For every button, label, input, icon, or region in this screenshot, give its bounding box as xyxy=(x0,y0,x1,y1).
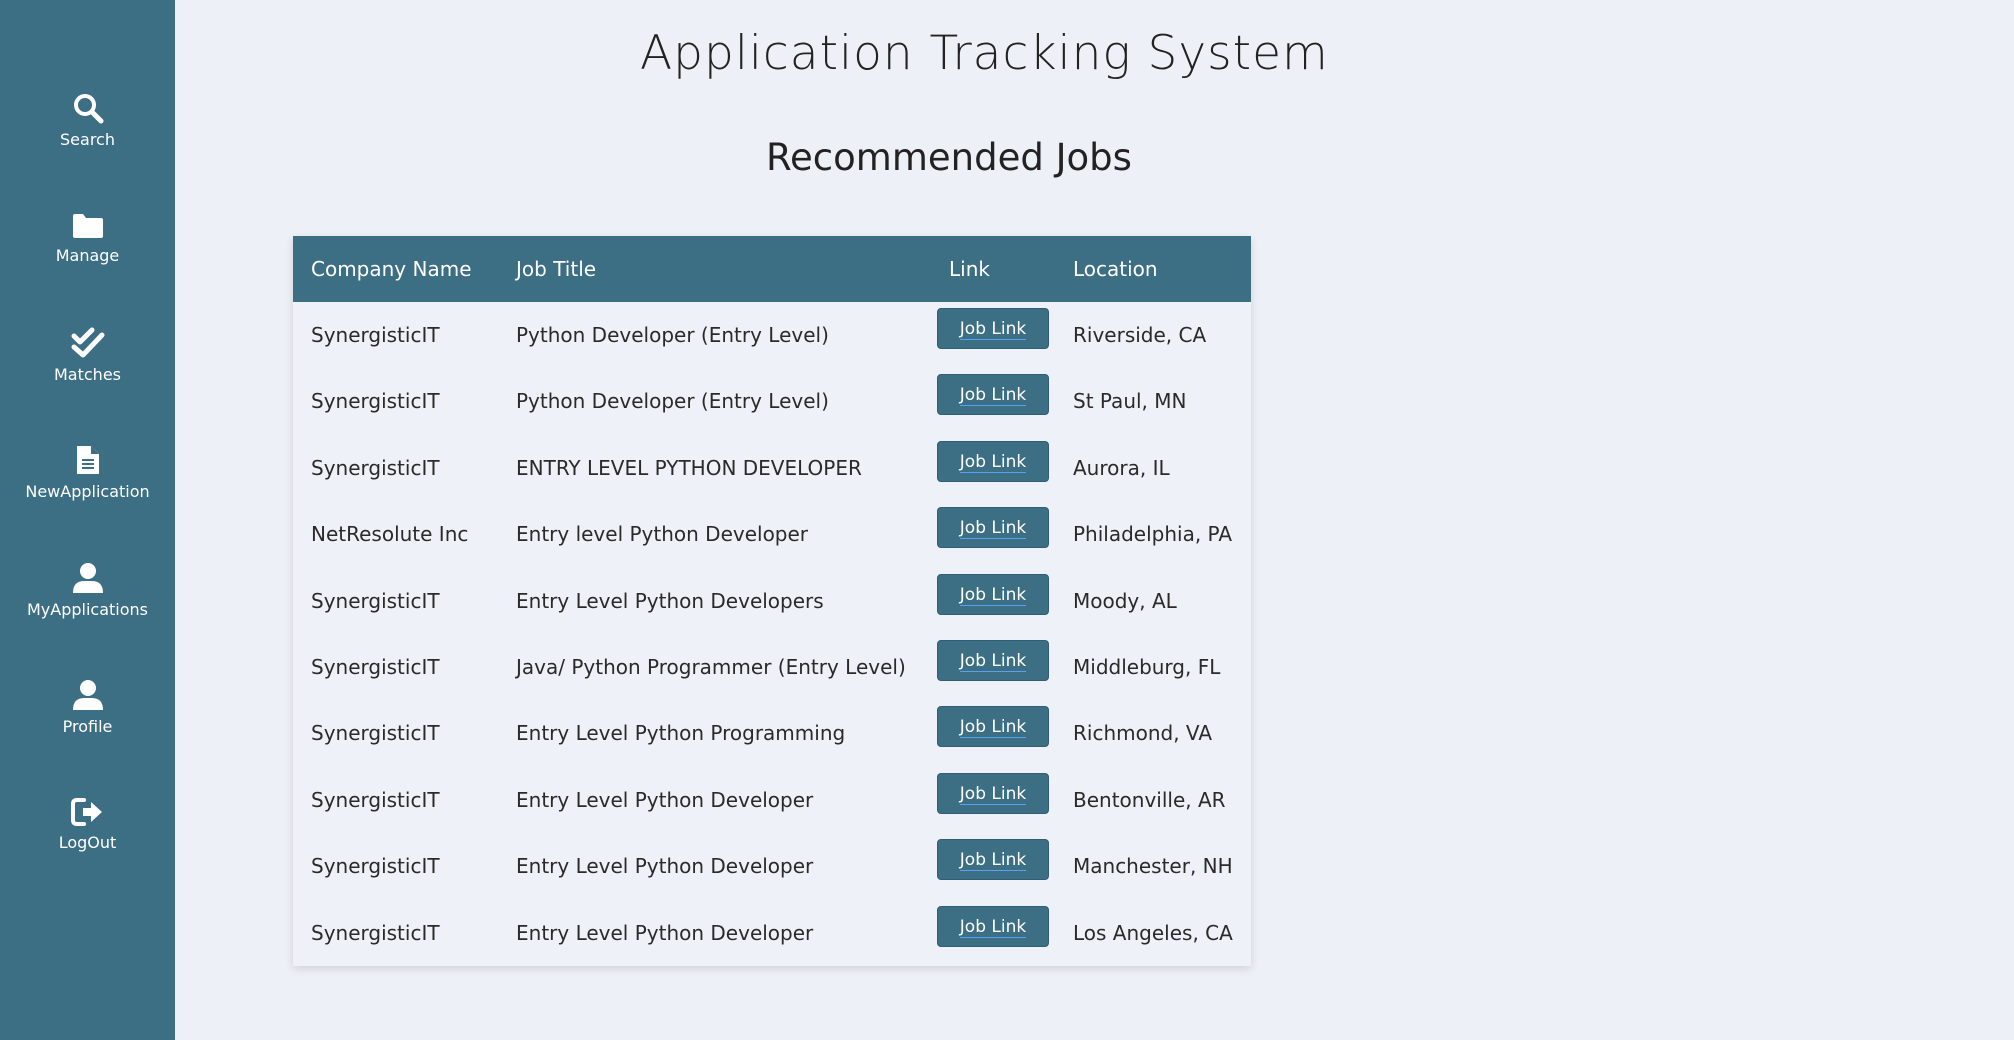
search-icon xyxy=(73,94,103,124)
sidebar-item-label: LogOut xyxy=(58,833,117,852)
job-title-cell: Entry Level Python Developer xyxy=(516,854,814,879)
company-cell: SynergisticIT xyxy=(311,588,440,613)
job-link-label: Job Link xyxy=(959,451,1027,473)
company-cell: SynergisticIT xyxy=(311,389,440,414)
table-row: SynergisticIT Entry Level Python Develop… xyxy=(293,767,1251,833)
job-link-button[interactable]: Job Link xyxy=(937,706,1049,748)
job-link-label: Job Link xyxy=(959,584,1027,606)
job-link-label: Job Link xyxy=(959,916,1027,938)
job-title-cell: Entry Level Python Developer xyxy=(516,920,814,945)
folder-icon xyxy=(72,214,103,238)
company-cell: SynergisticIT xyxy=(311,654,440,679)
sidebar-item-profile[interactable]: Profile xyxy=(0,679,175,736)
job-link-button[interactable]: Job Link xyxy=(937,639,1049,681)
table-row: SynergisticIT Entry Level Python Develop… xyxy=(293,568,1251,634)
table-row: SynergisticIT Entry Level Python Program… xyxy=(293,700,1251,766)
job-title-cell: Python Developer (Entry Level) xyxy=(516,389,829,414)
job-title-cell: Entry Level Python Programming xyxy=(516,721,846,746)
job-link-button[interactable]: Job Link xyxy=(937,573,1049,615)
user-icon xyxy=(72,680,103,710)
table-row: SynergisticIT ENTRY LEVEL PYTHON DEVELOP… xyxy=(293,435,1251,501)
jobs-table: Company Name Job Title Link Location Syn… xyxy=(293,236,1251,966)
logout-icon xyxy=(70,798,102,826)
location-cell: St Paul, MN xyxy=(1073,389,1187,414)
location-cell: Aurora, IL xyxy=(1073,455,1170,480)
sidebar-item-manage[interactable]: Manage xyxy=(0,212,175,265)
job-title-cell: Entry Level Python Developer xyxy=(516,787,814,812)
job-link-button[interactable]: Job Link xyxy=(937,374,1049,416)
column-header-link: Link xyxy=(949,257,990,281)
location-cell: Richmond, VA xyxy=(1073,721,1213,746)
job-link-button[interactable]: Job Link xyxy=(937,440,1049,482)
sidebar-item-label: Profile xyxy=(62,717,113,736)
location-cell: Philadelphia, PA xyxy=(1073,522,1233,547)
column-header-job-title: Job Title xyxy=(516,257,597,281)
job-link-label: Job Link xyxy=(959,783,1027,805)
sidebar-item-matches[interactable]: Matches xyxy=(0,327,175,384)
job-link-button[interactable]: Job Link xyxy=(937,308,1049,349)
sidebar-item-search[interactable]: Search xyxy=(0,92,175,149)
sidebar-item-logout[interactable]: LogOut xyxy=(0,797,175,852)
location-cell: Middleburg, FL xyxy=(1073,654,1221,679)
column-header-location: Location xyxy=(1073,257,1158,281)
job-link-button[interactable]: Job Link xyxy=(937,839,1049,881)
table-header: Company Name Job Title Link Location xyxy=(293,236,1251,302)
section-title: Recommended Jobs xyxy=(766,136,1132,179)
job-title-cell: Java/ Python Programmer (Entry Level) xyxy=(516,654,906,679)
company-cell: SynergisticIT xyxy=(311,455,440,480)
table-row: SynergisticIT Python Developer (Entry Le… xyxy=(293,368,1251,434)
location-cell: Manchester, NH xyxy=(1073,854,1233,879)
job-link-label: Job Link xyxy=(959,850,1027,872)
job-link-label: Job Link xyxy=(959,518,1027,540)
table-row: SynergisticIT Python Developer (Entry Le… xyxy=(293,302,1251,368)
column-header-company: Company Name xyxy=(311,257,472,281)
company-cell: SynergisticIT xyxy=(311,787,440,812)
location-cell: Bentonville, AR xyxy=(1073,787,1226,812)
job-link-label: Job Link xyxy=(959,717,1027,739)
table-row: SynergisticIT Java/ Python Programmer (E… xyxy=(293,634,1251,700)
page-title: Application Tracking System xyxy=(640,26,1329,81)
company-cell: SynergisticIT xyxy=(311,854,440,879)
job-title-cell: Entry level Python Developer xyxy=(516,522,809,547)
job-link-button[interactable]: Job Link xyxy=(937,772,1049,814)
app-root: Search Manage Matches NewApplication MyA… xyxy=(0,0,2014,1040)
user-icon xyxy=(72,563,103,593)
sidebar: Search Manage Matches NewApplication MyA… xyxy=(0,0,175,1040)
double-check-icon xyxy=(71,327,104,358)
job-link-label: Job Link xyxy=(959,385,1027,407)
sidebar-item-label: Search xyxy=(60,130,115,149)
sidebar-item-newapplication[interactable]: NewApplication xyxy=(0,444,175,501)
job-title-cell: ENTRY LEVEL PYTHON DEVELOPER xyxy=(516,455,862,480)
company-cell: SynergisticIT xyxy=(311,920,440,945)
job-link-label: Job Link xyxy=(959,650,1027,672)
job-link-button[interactable]: Job Link xyxy=(937,507,1049,549)
company-cell: NetResolute Inc xyxy=(311,522,469,547)
job-link-label: Job Link xyxy=(959,319,1027,340)
location-cell: Los Angeles, CA xyxy=(1073,920,1233,945)
location-cell: Moody, AL xyxy=(1073,588,1177,613)
table-row: NetResolute Inc Entry level Python Devel… xyxy=(293,501,1251,567)
job-title-cell: Entry Level Python Developers xyxy=(516,588,824,613)
company-cell: SynergisticIT xyxy=(311,323,440,347)
sidebar-item-label: NewApplication xyxy=(25,482,150,501)
company-cell: SynergisticIT xyxy=(311,721,440,746)
sidebar-item-label: MyApplications xyxy=(26,600,148,619)
location-cell: Riverside, CA xyxy=(1073,323,1207,347)
sidebar-item-label: Manage xyxy=(55,246,120,265)
sidebar-item-myapplications[interactable]: MyApplications xyxy=(0,562,175,619)
sidebar-item-label: Matches xyxy=(54,365,121,384)
job-link-button[interactable]: Job Link xyxy=(937,905,1049,947)
table-row: SynergisticIT Entry Level Python Develop… xyxy=(293,900,1251,966)
table-row: SynergisticIT Entry Level Python Develop… xyxy=(293,833,1251,899)
job-title-cell: Python Developer (Entry Level) xyxy=(516,323,829,347)
document-icon xyxy=(76,446,99,474)
